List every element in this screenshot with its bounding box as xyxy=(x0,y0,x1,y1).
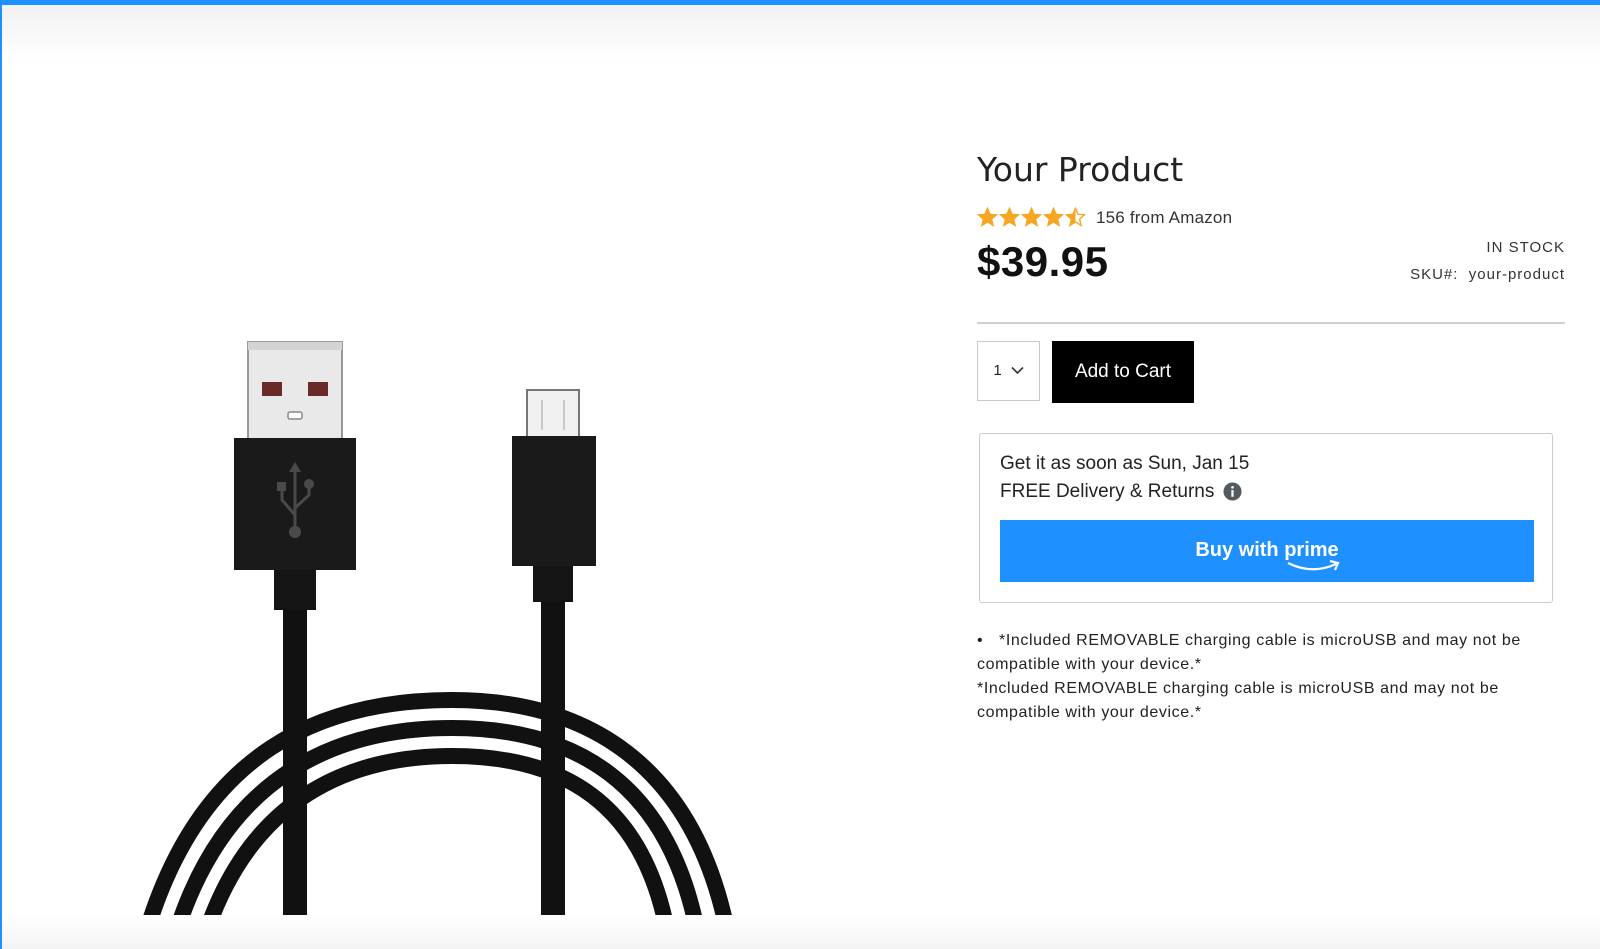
header-shade xyxy=(2,5,1600,60)
product-details: • *Included REMOVABLE charging cable is m… xyxy=(977,629,1565,725)
buy-with-prime-button[interactable]: Buy with prime xyxy=(1000,519,1534,582)
divider xyxy=(977,321,1565,324)
chevron-down-icon xyxy=(1011,367,1024,375)
bullet-icon: • xyxy=(977,631,984,649)
quantity-select[interactable]: 1 xyxy=(977,340,1040,401)
bullet-line-1: *Included REMOVABLE charging cable is mi… xyxy=(999,631,1521,649)
star-full-icon xyxy=(977,207,998,227)
price-row: $39.95 IN STOCK SKU#: your-product xyxy=(977,238,1565,302)
prime-button-prefix: Buy with xyxy=(1195,539,1279,562)
detail-line: compatible with your device.* xyxy=(977,703,1202,721)
sku-line: SKU#: your-product xyxy=(1410,265,1565,285)
delivery-eta: Get it as soon as Sun, Jan 15 xyxy=(1000,452,1250,474)
detail-line: compatible with your device.* xyxy=(977,655,1202,673)
prime-logo: prime xyxy=(1284,539,1340,571)
returns-text: FREE Delivery & Returns xyxy=(1000,480,1215,502)
product-info-panel: Your Product 156 from Amazon $39.95 IN S… xyxy=(977,150,1565,725)
prime-smile-icon xyxy=(1287,560,1340,571)
product-title: Your Product xyxy=(977,150,1184,189)
product-image xyxy=(139,341,735,930)
cart-row: 1 Add to Cart xyxy=(977,340,1565,403)
product-price: $39.95 xyxy=(977,237,1109,285)
prime-button-label: Buy with prime xyxy=(1195,539,1340,571)
sku-label: SKU#: xyxy=(1410,265,1459,283)
product-page: Your Product 156 from Amazon $39.95 IN S… xyxy=(0,0,1600,949)
delivery-box: Get it as soon as Sun, Jan 15 FREE Deliv… xyxy=(979,432,1553,603)
footer-shade xyxy=(2,915,1600,949)
sku-value: your-product xyxy=(1468,265,1565,283)
quantity-value: 1 xyxy=(993,362,1002,380)
star-full-icon xyxy=(1021,207,1042,227)
prime-logo-text: prime xyxy=(1284,539,1339,562)
star-half-icon xyxy=(1065,207,1086,227)
rating-count-link[interactable]: 156 from Amazon xyxy=(1096,208,1232,228)
add-to-cart-button[interactable]: Add to Cart xyxy=(1052,340,1194,403)
star-full-icon xyxy=(999,207,1020,227)
stock-status: IN STOCK xyxy=(1486,238,1565,256)
stock-info: IN STOCK SKU#: your-product xyxy=(1410,238,1565,285)
detail-line: *Included REMOVABLE charging cable is mi… xyxy=(977,679,1499,697)
micro-usb-plug xyxy=(512,389,596,930)
star-rating[interactable] xyxy=(977,207,1087,228)
star-full-icon xyxy=(1043,207,1064,227)
list-item: • *Included REMOVABLE charging cable is m… xyxy=(977,629,1565,653)
rating-row: 156 from Amazon xyxy=(977,204,1565,232)
delivery-returns: FREE Delivery & Returns xyxy=(1000,478,1532,506)
info-icon[interactable] xyxy=(1223,482,1242,501)
